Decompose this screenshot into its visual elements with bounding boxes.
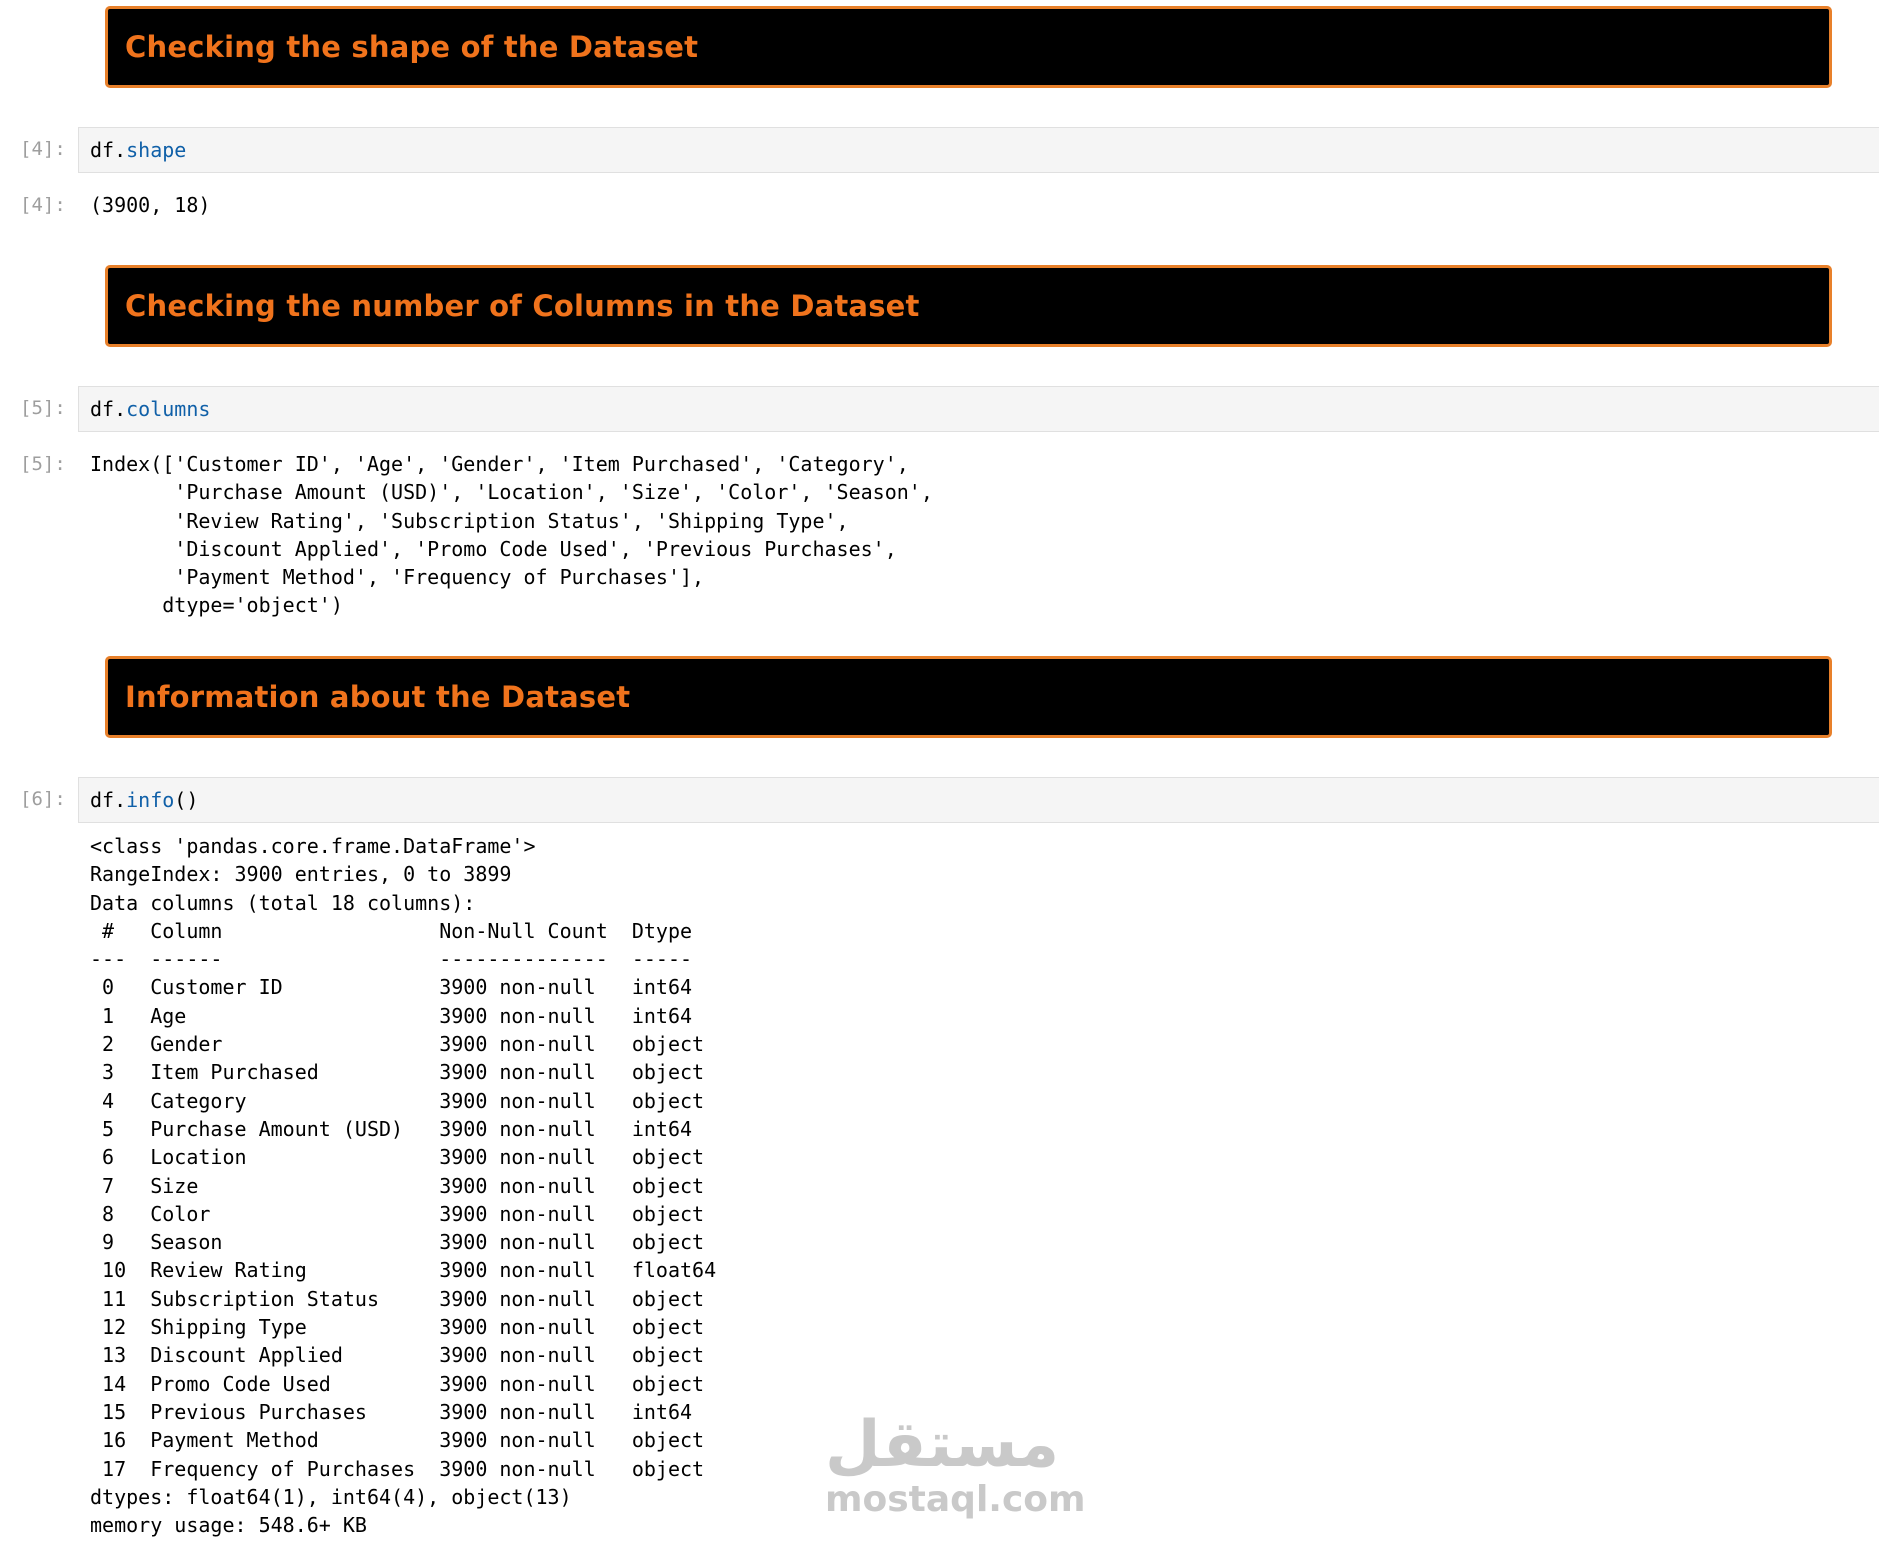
heading-text: Information about the Dataset xyxy=(125,680,631,714)
watermark-latin: mostaql.com xyxy=(825,1479,1086,1520)
code-attribute: shape xyxy=(126,138,187,162)
code-cell-input[interactable]: df. shape xyxy=(78,127,1879,173)
watermark-logo: مستقل mostaql.com xyxy=(825,1408,1086,1520)
output-prompt: [5]: xyxy=(20,453,66,475)
heading-text: Checking the number of Columns in the Da… xyxy=(125,289,920,323)
code-object: df. xyxy=(90,788,127,812)
code-object: df. xyxy=(90,397,127,421)
markdown-heading-shape[interactable]: Checking the shape of the Dataset xyxy=(105,6,1832,88)
cell-output: Index(['Customer ID', 'Age', 'Gender', '… xyxy=(90,452,933,618)
output-prompt: [4]: xyxy=(20,194,66,216)
code-call-parens: () xyxy=(174,788,199,812)
code-object: df. xyxy=(90,138,127,162)
code-attribute: columns xyxy=(126,397,211,421)
markdown-heading-info[interactable]: Information about the Dataset xyxy=(105,656,1832,738)
cell-output: <class 'pandas.core.frame.DataFrame'> Ra… xyxy=(90,834,717,1538)
cell-output: (3900, 18) xyxy=(90,193,211,217)
input-prompt: [4]: xyxy=(20,138,66,160)
heading-text: Checking the shape of the Dataset xyxy=(125,30,699,64)
input-prompt: [5]: xyxy=(20,397,66,419)
markdown-heading-columns[interactable]: Checking the number of Columns in the Da… xyxy=(105,265,1832,347)
code-attribute: info xyxy=(126,788,175,812)
code-cell-input[interactable]: df. columns xyxy=(78,386,1879,432)
code-cell-input[interactable]: df. info() xyxy=(78,777,1879,823)
input-prompt: [6]: xyxy=(20,788,66,810)
watermark-arabic: مستقل xyxy=(825,1408,1060,1482)
